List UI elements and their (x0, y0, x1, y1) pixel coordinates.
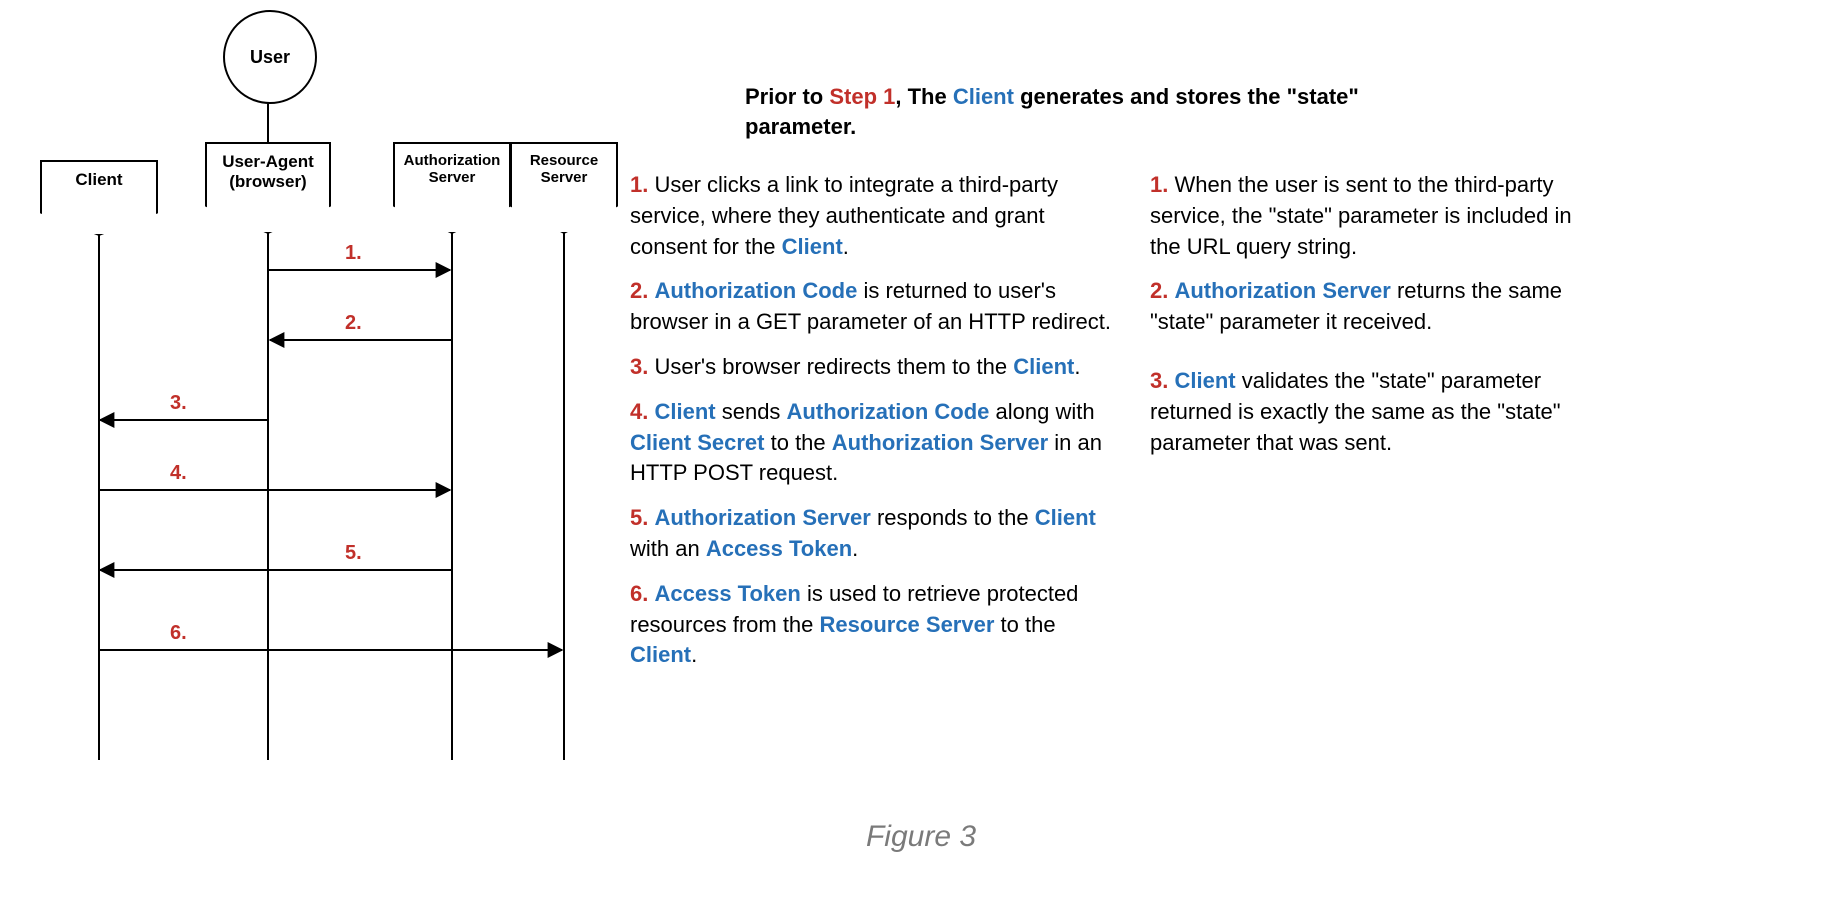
arrow-label-5: 5. (345, 542, 362, 565)
left-step-3-num: 3. (630, 354, 648, 379)
right-step-2: 2. Authorization Server returns the same… (1150, 276, 1590, 338)
intro-text: Prior to Step 1, The Client generates an… (745, 82, 1465, 141)
left-step-5-a: responds to the (871, 505, 1035, 530)
intro-client: Client (953, 84, 1014, 109)
figure-caption: Figure 3 (0, 820, 1842, 854)
left-step-4-a: sends (716, 399, 787, 424)
left-step-5-b: with an (630, 536, 706, 561)
left-step-1-end: . (843, 234, 849, 259)
left-step-1-client: Client (782, 234, 843, 259)
left-step-4-c: to the (765, 430, 832, 455)
left-step-6-end: . (691, 642, 697, 667)
left-step-6-token: Access Token (654, 581, 800, 606)
right-step-1-a: When the user is sent to the third-party… (1150, 172, 1572, 259)
left-step-6: 6. Access Token is used to retrieve prot… (630, 579, 1120, 671)
left-step-4-b: along with (989, 399, 1094, 424)
left-step-2: 2. Authorization Code is returned to use… (630, 276, 1120, 338)
sequence-diagram: User Client User-Agent (browser) Authori… (40, 10, 620, 760)
left-step-4-auth: Authorization Server (832, 430, 1048, 455)
left-step-2-code: Authorization Code (654, 278, 857, 303)
figure-3: User Client User-Agent (browser) Authori… (0, 0, 1842, 912)
left-step-5-auth: Authorization Server (654, 505, 870, 530)
arrows-svg (40, 10, 620, 760)
left-step-4-num: 4. (630, 399, 648, 424)
left-step-5-num: 5. (630, 505, 648, 530)
right-step-2-auth: Authorization Server (1174, 278, 1390, 303)
right-step-3-client: Client (1174, 368, 1235, 393)
left-step-5-token: Access Token (706, 536, 852, 561)
left-step-1: 1. User clicks a link to integrate a thi… (630, 170, 1120, 262)
left-step-4-code: Authorization Code (787, 399, 990, 424)
right-step-1: 1. When the user is sent to the third-pa… (1150, 170, 1590, 262)
intro-step1: Step 1 (829, 84, 895, 109)
arrow-label-4: 4. (170, 462, 187, 485)
left-steps-column: 1. User clicks a link to integrate a thi… (630, 170, 1120, 685)
left-step-2-num: 2. (630, 278, 648, 303)
right-step-2-num: 2. (1150, 278, 1168, 303)
right-step-1-num: 1. (1150, 172, 1168, 197)
left-step-4-client: Client (654, 399, 715, 424)
arrow-label-2: 2. (345, 312, 362, 335)
left-step-5-client: Client (1035, 505, 1096, 530)
left-step-3-client: Client (1013, 354, 1074, 379)
right-step-3: 3. Client validates the "state" paramete… (1150, 366, 1590, 458)
arrow-label-1: 1. (345, 242, 362, 265)
right-steps-column: 1. When the user is sent to the third-pa… (1150, 170, 1590, 472)
left-step-6-num: 6. (630, 581, 648, 606)
intro-mid: , The (895, 84, 952, 109)
arrow-label-3: 3. (170, 392, 187, 415)
left-step-3-end: . (1074, 354, 1080, 379)
left-step-3-a: User's browser redirects them to the (648, 354, 1013, 379)
left-step-5: 5. Authorization Server responds to the … (630, 503, 1120, 565)
intro-pre: Prior to (745, 84, 829, 109)
left-step-5-end: . (852, 536, 858, 561)
right-step-3-num: 3. (1150, 368, 1168, 393)
left-step-4-secret: Client Secret (630, 430, 765, 455)
left-step-4: 4. Client sends Authorization Code along… (630, 397, 1120, 489)
left-step-6-client: Client (630, 642, 691, 667)
left-step-3: 3. User's browser redirects them to the … (630, 352, 1120, 383)
left-step-1-num: 1. (630, 172, 648, 197)
arrow-label-6: 6. (170, 622, 187, 645)
left-step-6-b: to the (994, 612, 1055, 637)
left-step-6-res: Resource Server (820, 612, 995, 637)
